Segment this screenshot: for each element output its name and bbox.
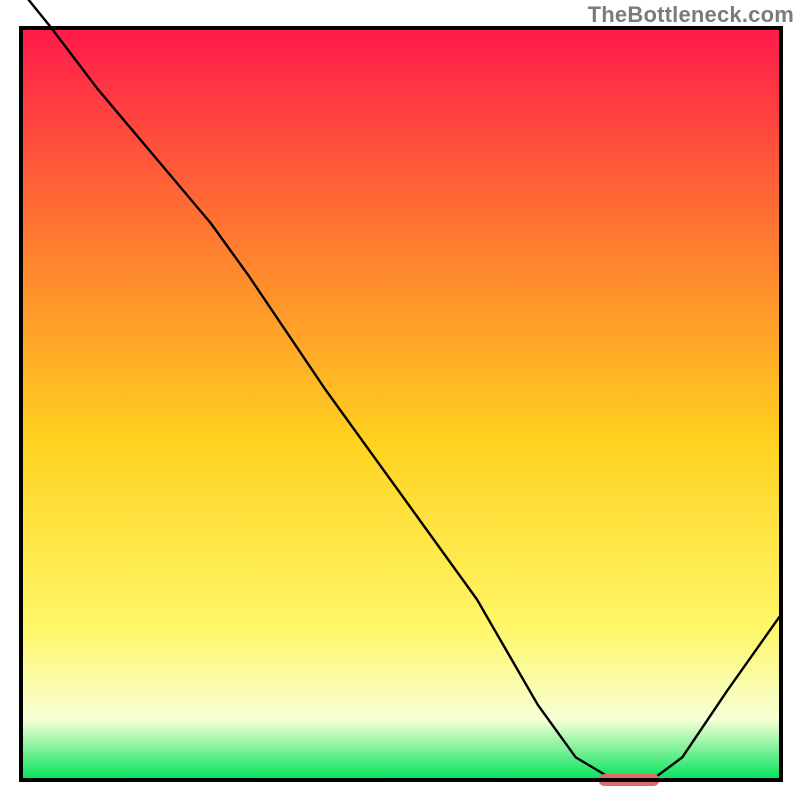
watermark-text: TheBottleneck.com	[588, 2, 794, 28]
chart-background	[21, 28, 781, 780]
bottleneck-chart	[0, 0, 800, 800]
